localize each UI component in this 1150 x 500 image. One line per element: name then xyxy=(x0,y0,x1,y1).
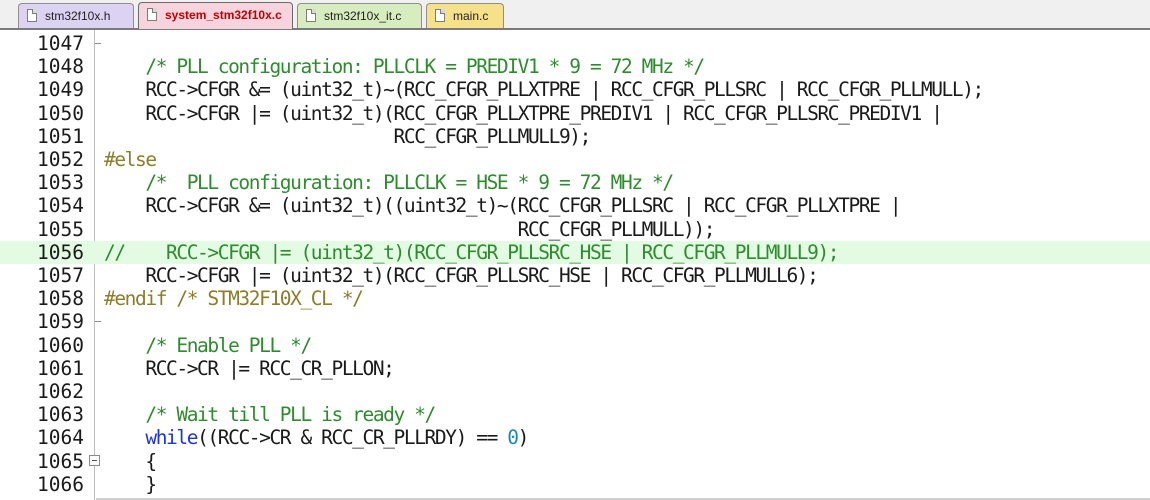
editor-tab-bar: stm32f10x.h system_stm32f10x.c stm32f10x… xyxy=(0,0,1150,30)
fold-guide xyxy=(95,43,101,44)
code-text: /* PLL configuration: PLLCLK = HSE * 9 =… xyxy=(104,171,674,195)
code-line[interactable]: 1050 RCC->CFGR |= (uint32_t)(RCC_CFGR_PL… xyxy=(0,102,1150,125)
code-editor[interactable]: 1047 1048 /* PLL configuration: PLLCLK = … xyxy=(0,32,1150,500)
code-token: ) xyxy=(517,426,530,450)
line-number: 1048 xyxy=(37,55,84,79)
line-number: 1060 xyxy=(37,333,84,357)
code-line[interactable]: 1057 RCC->CFGR |= (uint32_t)(RCC_CFGR_PL… xyxy=(0,264,1150,287)
code-text: /* Enable PLL */ xyxy=(104,333,312,357)
code-text: RCC_CFGR_PLLMULL9); xyxy=(104,124,592,148)
tab-label: stm32f10x.h xyxy=(45,9,111,23)
code-text: #else xyxy=(104,148,157,171)
code-line[interactable]: 1051 RCC_CFGR_PLLMULL9); xyxy=(0,125,1150,148)
line-number: 1066 xyxy=(37,472,84,496)
code-text: RCC->CFGR |= (uint32_t)(RCC_CFGR_PLLXTPR… xyxy=(104,101,943,125)
line-number: 1055 xyxy=(37,217,84,241)
code-line[interactable]: 1058 #endif /* STM32F10X_CL */ xyxy=(0,287,1150,310)
file-icon xyxy=(435,9,445,22)
code-text: RCC->CFGR |= (uint32_t)(RCC_CFGR_PLLSRC_… xyxy=(104,264,819,287)
line-number: 1052 xyxy=(37,148,84,171)
code-line[interactable]: 1059 xyxy=(0,310,1150,333)
file-icon xyxy=(27,9,37,22)
code-line[interactable]: 1047 xyxy=(0,32,1150,55)
code-line[interactable]: 1049 RCC->CFGR &= (uint32_t)~(RCC_CFGR_P… xyxy=(0,78,1150,101)
tab-label: system_stm32f10x.c xyxy=(165,8,282,22)
code-line[interactable]: 1060 /* Enable PLL */ xyxy=(0,334,1150,357)
file-icon xyxy=(147,8,157,21)
code-line[interactable]: 1055 RCC_CFGR_PLLMULL)); xyxy=(0,218,1150,241)
code-text: RCC->CFGR &= (uint32_t)((uint32_t)~(RCC_… xyxy=(104,194,901,218)
line-number: 1062 xyxy=(37,380,84,403)
code-line[interactable]: 1064 while((RCC->CR & RCC_CR_PLLRDY) == … xyxy=(0,426,1150,449)
code-text: RCC_CFGR_PLLMULL)); xyxy=(104,217,716,241)
code-text: /* PLL configuration: PLLCLK = PREDIV1 *… xyxy=(104,55,705,79)
code-line[interactable]: 1065 { xyxy=(0,450,1150,473)
collapse-icon[interactable] xyxy=(89,454,100,466)
code-text: #endif /* STM32F10X_CL */ xyxy=(104,287,364,311)
tab-stm32f10x-h[interactable]: stm32f10x.h xyxy=(18,3,134,28)
tab-label: main.c xyxy=(453,9,489,23)
line-number: 1059 xyxy=(37,310,84,334)
code-text: RCC->CFGR &= (uint32_t)~(RCC_CFGR_PLLXTP… xyxy=(104,78,984,102)
line-number: 1057 xyxy=(37,264,84,287)
tab-stm32f10x-it-c[interactable]: stm32f10x_it.c xyxy=(297,3,422,28)
line-number: 1056 xyxy=(37,240,84,264)
code-line[interactable]: 1061 RCC->CR |= RCC_CR_PLLON; xyxy=(0,357,1150,380)
code-line[interactable]: 1056 // RCC->CFGR |= (uint32_t)(RCC_CFGR_… xyxy=(0,240,1150,264)
code-line[interactable]: 1066 } xyxy=(0,473,1150,496)
line-number: 1063 xyxy=(37,403,84,427)
code-line[interactable]: 1048 /* PLL configuration: PLLCLK = PRED… xyxy=(0,55,1150,78)
code-token: ((RCC->CR & RCC_CR_PLLRDY) == xyxy=(197,426,508,450)
code-line[interactable]: 1052 #else xyxy=(0,148,1150,171)
line-number: 1064 xyxy=(37,426,84,450)
line-number: 1061 xyxy=(37,356,84,380)
code-text: } xyxy=(104,472,157,496)
keyword-token: while xyxy=(145,426,198,450)
code-line[interactable]: 1062 xyxy=(0,380,1150,403)
code-text: { xyxy=(104,449,157,473)
line-number: 1049 xyxy=(37,78,84,102)
tab-main-c[interactable]: main.c xyxy=(426,3,504,28)
line-number: 1050 xyxy=(37,101,84,125)
tab-label: stm32f10x_it.c xyxy=(324,9,402,23)
code-text: // RCC->CFGR |= (uint32_t)(RCC_CFGR_PLLS… xyxy=(104,240,840,264)
code-text: while((RCC->CR & RCC_CR_PLLRDY) == 0) xyxy=(104,426,530,450)
line-number: 1054 xyxy=(37,194,84,218)
code-text: RCC->CR |= RCC_CR_PLLON; xyxy=(104,356,395,380)
line-number: 1053 xyxy=(37,171,84,195)
code-line[interactable]: 1054 RCC->CFGR &= (uint32_t)((uint32_t)~… xyxy=(0,194,1150,217)
line-number: 1065 xyxy=(37,449,84,473)
line-number: 1047 xyxy=(37,32,84,55)
tab-system-stm32f10x-c[interactable]: system_stm32f10x.c xyxy=(138,2,293,29)
line-number: 1058 xyxy=(37,287,84,311)
line-number: 1051 xyxy=(37,124,84,148)
code-line[interactable]: 1053 /* PLL configuration: PLLCLK = HSE … xyxy=(0,171,1150,194)
fold-guide xyxy=(95,321,101,323)
code-text: /* Wait till PLL is ready */ xyxy=(104,403,436,427)
code-line[interactable]: 1063 /* Wait till PLL is ready */ xyxy=(0,403,1150,426)
file-icon xyxy=(306,9,316,22)
number-token: 0 xyxy=(507,426,519,450)
